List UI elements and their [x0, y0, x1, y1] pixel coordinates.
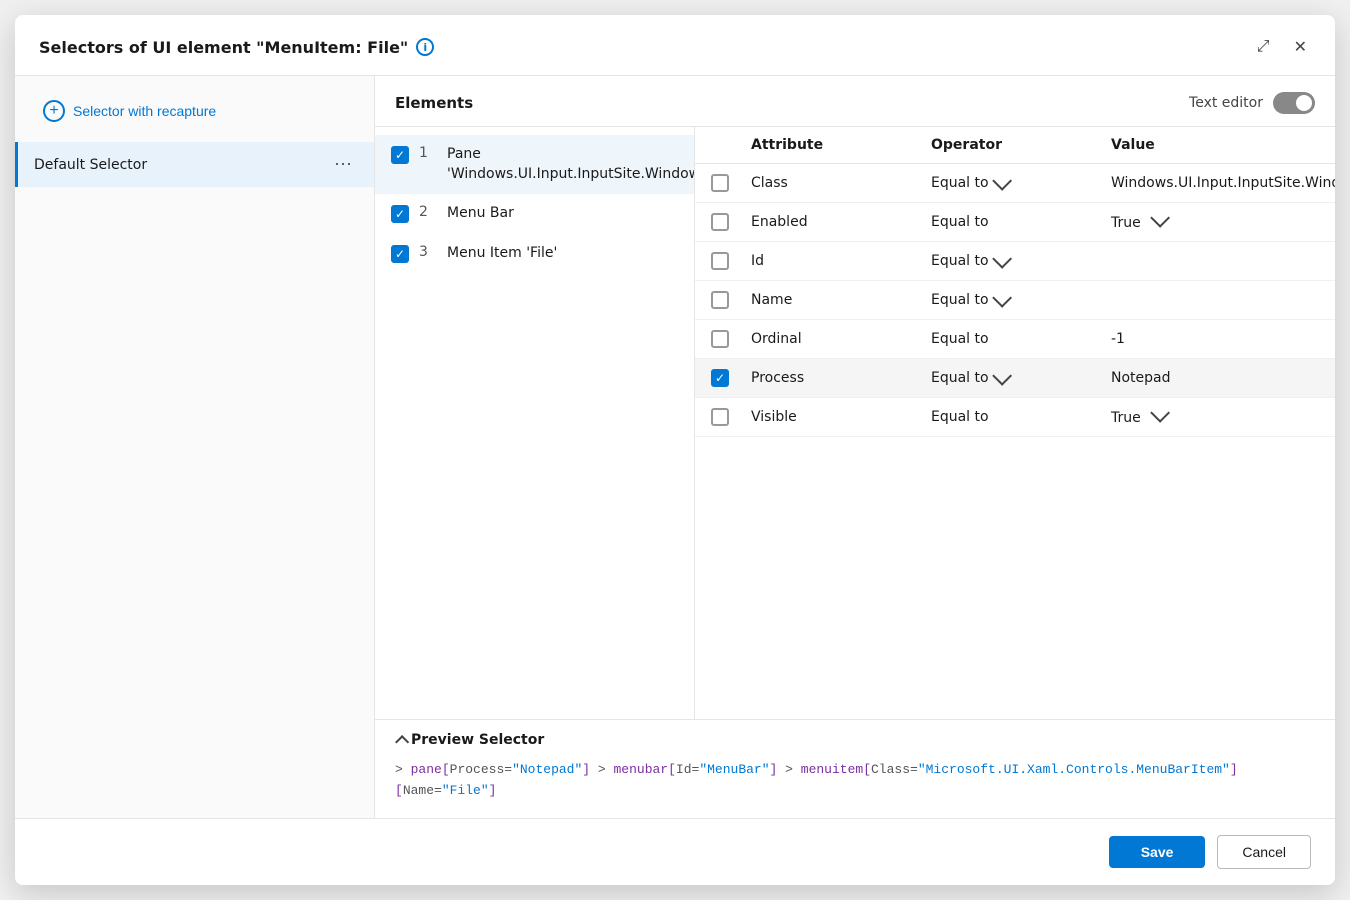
col-checkbox [711, 137, 751, 153]
attr-checkbox-visible[interactable] [711, 408, 729, 426]
attr-checkbox-id[interactable] [711, 252, 729, 270]
attr-row-process: ✓ Process Equal to Notepad [695, 359, 1335, 398]
add-selector-label: Selector with recapture [73, 103, 216, 119]
cancel-button[interactable]: Cancel [1217, 835, 1311, 869]
elements-header: Elements Text editor [375, 76, 1335, 126]
expand-button[interactable]: ⤢ [1249, 34, 1278, 60]
chevron-down-icon [992, 288, 1012, 308]
preview-chevron-icon [395, 735, 409, 749]
attr-value-process: Notepad [1111, 370, 1319, 386]
selector-item-label: Default Selector [34, 157, 147, 173]
close-button[interactable]: ✕ [1286, 33, 1315, 61]
attributes-panel: Attribute Operator Value Class Equal to … [695, 127, 1335, 719]
selector-options-button[interactable]: ⋯ [328, 152, 358, 177]
attr-checkbox-name[interactable] [711, 291, 729, 309]
dialog: Selectors of UI element "MenuItem: File"… [15, 15, 1335, 885]
attr-name-enabled: Enabled [751, 214, 931, 230]
attributes-header: Attribute Operator Value [695, 127, 1335, 164]
elements-list: ✓ 1 Pane 'Windows.UI.Input.InputSite.Win… [375, 127, 695, 719]
element-checkbox-1[interactable]: ✓ [391, 146, 409, 164]
attr-row-id: Id Equal to [695, 242, 1335, 281]
attr-value-ordinal: -1 [1111, 331, 1319, 347]
selector-item[interactable]: Default Selector ⋯ [15, 142, 374, 187]
attr-name-visible: Visible [751, 409, 931, 425]
preview-section: Preview Selector > pane[Process="Notepad… [375, 719, 1335, 818]
element-num-3: 3 [419, 244, 437, 260]
attr-checkbox-enabled[interactable] [711, 213, 729, 231]
element-num-1: 1 [419, 145, 437, 161]
attr-name-id: Id [751, 253, 931, 269]
attr-checkbox-process[interactable]: ✓ [711, 369, 729, 387]
attr-name-process: Process [751, 370, 931, 386]
panel-body: ✓ 1 Pane 'Windows.UI.Input.InputSite.Win… [375, 126, 1335, 719]
elements-title: Elements [395, 94, 473, 112]
attr-operator-visible[interactable]: Equal to [931, 409, 1111, 425]
attr-row-ordinal: Ordinal Equal to -1 [695, 320, 1335, 359]
text-editor-row: Text editor [1189, 92, 1315, 114]
chevron-down-icon [992, 171, 1012, 191]
chevron-down-icon [1150, 208, 1170, 228]
attr-name-ordinal: Ordinal [751, 331, 931, 347]
text-editor-toggle[interactable] [1273, 92, 1315, 114]
element-checkbox-3[interactable]: ✓ [391, 245, 409, 263]
attr-value-enabled: True [1111, 213, 1319, 231]
info-icon[interactable]: i [416, 38, 434, 56]
footer: Save Cancel [15, 818, 1335, 885]
preview-code: > pane[Process="Notepad"] > menubar[Id="… [395, 756, 1315, 806]
element-checkbox-2[interactable]: ✓ [391, 205, 409, 223]
list-item[interactable]: ✓ 1 Pane 'Windows.UI.Input.InputSite.Win… [375, 135, 694, 194]
element-text-3: Menu Item 'File' [447, 244, 557, 264]
attr-operator-enabled[interactable]: Equal to [931, 214, 1111, 230]
attr-checkbox-class[interactable] [711, 174, 729, 192]
text-editor-label: Text editor [1189, 95, 1263, 111]
chevron-down-icon [992, 249, 1012, 269]
attr-operator-id[interactable]: Equal to [931, 253, 1111, 269]
attr-value-class: Windows.UI.Input.InputSite.WindowClass [1111, 175, 1335, 191]
attr-checkbox-ordinal[interactable] [711, 330, 729, 348]
attr-row-visible: Visible Equal to True [695, 398, 1335, 437]
attr-operator-name[interactable]: Equal to [931, 292, 1111, 308]
list-item[interactable]: ✓ 3 Menu Item 'File' [375, 234, 694, 274]
element-num-2: 2 [419, 204, 437, 220]
main-content: + Selector with recapture Default Select… [15, 76, 1335, 818]
list-item[interactable]: ✓ 2 Menu Bar [375, 194, 694, 234]
col-operator: Operator [931, 137, 1111, 153]
toggle-knob [1296, 95, 1312, 111]
element-text-1: Pane 'Windows.UI.Input.InputSite.WindowC… [447, 145, 695, 184]
element-text-2: Menu Bar [447, 204, 514, 224]
chevron-down-icon [992, 366, 1012, 386]
add-selector-button[interactable]: + Selector with recapture [27, 92, 362, 130]
attr-name-name: Name [751, 292, 931, 308]
sidebar: + Selector with recapture Default Select… [15, 76, 375, 818]
title-bar: Selectors of UI element "MenuItem: File"… [15, 15, 1335, 76]
preview-header[interactable]: Preview Selector [395, 732, 1315, 748]
preview-title: Preview Selector [411, 732, 544, 748]
dialog-title: Selectors of UI element "MenuItem: File" [39, 38, 408, 57]
attr-operator-ordinal[interactable]: Equal to [931, 331, 1111, 347]
attr-row-name: Name Equal to [695, 281, 1335, 320]
attr-operator-process[interactable]: Equal to [931, 370, 1111, 386]
plus-icon: + [43, 100, 65, 122]
attr-value-visible: True [1111, 408, 1319, 426]
attr-row-class: Class Equal to Windows.UI.Input.InputSit… [695, 164, 1335, 203]
save-button[interactable]: Save [1109, 836, 1206, 868]
attr-operator-class[interactable]: Equal to [931, 175, 1111, 191]
col-value: Value [1111, 137, 1319, 153]
right-panel: Elements Text editor ✓ 1 [375, 76, 1335, 818]
attr-row-enabled: Enabled Equal to True [695, 203, 1335, 242]
chevron-down-icon [1150, 403, 1170, 423]
col-attribute: Attribute [751, 137, 931, 153]
attr-name-class: Class [751, 175, 931, 191]
